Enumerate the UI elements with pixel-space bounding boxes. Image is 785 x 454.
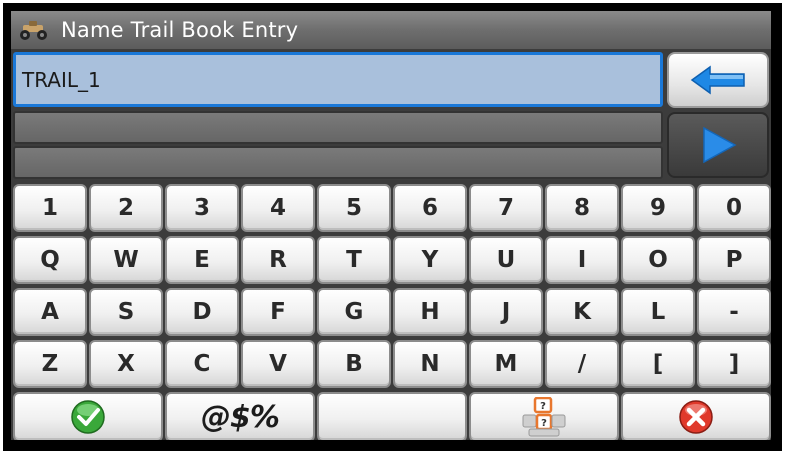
key-slash[interactable]: /: [545, 340, 619, 388]
key-p[interactable]: P: [697, 236, 771, 284]
next-button[interactable]: [667, 112, 769, 178]
key-bracket-left[interactable]: [: [621, 340, 695, 388]
check-icon: [71, 400, 105, 434]
key-k[interactable]: K: [545, 288, 619, 336]
key-q[interactable]: Q: [13, 236, 87, 284]
key-i[interactable]: I: [545, 236, 619, 284]
space-button[interactable]: [317, 392, 467, 440]
key-8[interactable]: 8: [545, 184, 619, 232]
symbols-button[interactable]: @$%: [165, 392, 315, 440]
key-g[interactable]: G: [317, 288, 391, 336]
key-y[interactable]: Y: [393, 236, 467, 284]
name-input[interactable]: TRAIL_1: [13, 52, 663, 107]
key-s[interactable]: S: [89, 288, 163, 336]
key-z[interactable]: Z: [13, 340, 87, 388]
key-j[interactable]: J: [469, 288, 543, 336]
svg-text:?: ?: [540, 401, 546, 412]
arrow-left-icon: [690, 65, 745, 95]
symbols-button-label: @$%: [201, 399, 280, 435]
key-e[interactable]: E: [165, 236, 239, 284]
key-t[interactable]: T: [317, 236, 391, 284]
key-6[interactable]: 6: [393, 184, 467, 232]
key-5[interactable]: 5: [317, 184, 391, 232]
cancel-button[interactable]: [621, 392, 771, 440]
key-a[interactable]: A: [13, 288, 87, 336]
svg-text:?: ?: [541, 418, 547, 429]
ok-button[interactable]: [13, 392, 163, 440]
key-4[interactable]: 4: [241, 184, 315, 232]
key-n[interactable]: N: [393, 340, 467, 388]
key-c[interactable]: C: [165, 340, 239, 388]
key-o[interactable]: O: [621, 236, 695, 284]
key-9[interactable]: 9: [621, 184, 695, 232]
key-u[interactable]: U: [469, 236, 543, 284]
suggestion-line-1: [13, 111, 663, 144]
key-7[interactable]: 7: [469, 184, 543, 232]
key-l[interactable]: L: [621, 288, 695, 336]
key-b[interactable]: B: [317, 340, 391, 388]
layout-button[interactable]: ??: [469, 392, 619, 440]
key-v[interactable]: V: [241, 340, 315, 388]
backspace-button[interactable]: [667, 52, 769, 108]
name-input-value: TRAIL_1: [22, 67, 101, 92]
key-1[interactable]: 1: [13, 184, 87, 232]
keyboard-layout-icon: ??: [522, 397, 566, 437]
suggestion-line-2: [13, 146, 663, 179]
key-f[interactable]: F: [241, 288, 315, 336]
key-dash[interactable]: -: [697, 288, 771, 336]
screen: Name Trail Book Entry TRAIL_1 1234567890…: [11, 11, 771, 440]
key-x[interactable]: X: [89, 340, 163, 388]
key-w[interactable]: W: [89, 236, 163, 284]
play-right-icon: [703, 126, 737, 164]
key-0[interactable]: 0: [697, 184, 771, 232]
title-bar: Name Trail Book Entry: [11, 11, 771, 49]
key-d[interactable]: D: [165, 288, 239, 336]
key-2[interactable]: 2: [89, 184, 163, 232]
close-icon: [679, 400, 713, 434]
key-r[interactable]: R: [241, 236, 315, 284]
key-h[interactable]: H: [393, 288, 467, 336]
key-3[interactable]: 3: [165, 184, 239, 232]
atv-icon: [20, 21, 47, 40]
key-bracket-right[interactable]: ]: [697, 340, 771, 388]
window-title: Name Trail Book Entry: [61, 18, 299, 42]
key-m[interactable]: M: [469, 340, 543, 388]
